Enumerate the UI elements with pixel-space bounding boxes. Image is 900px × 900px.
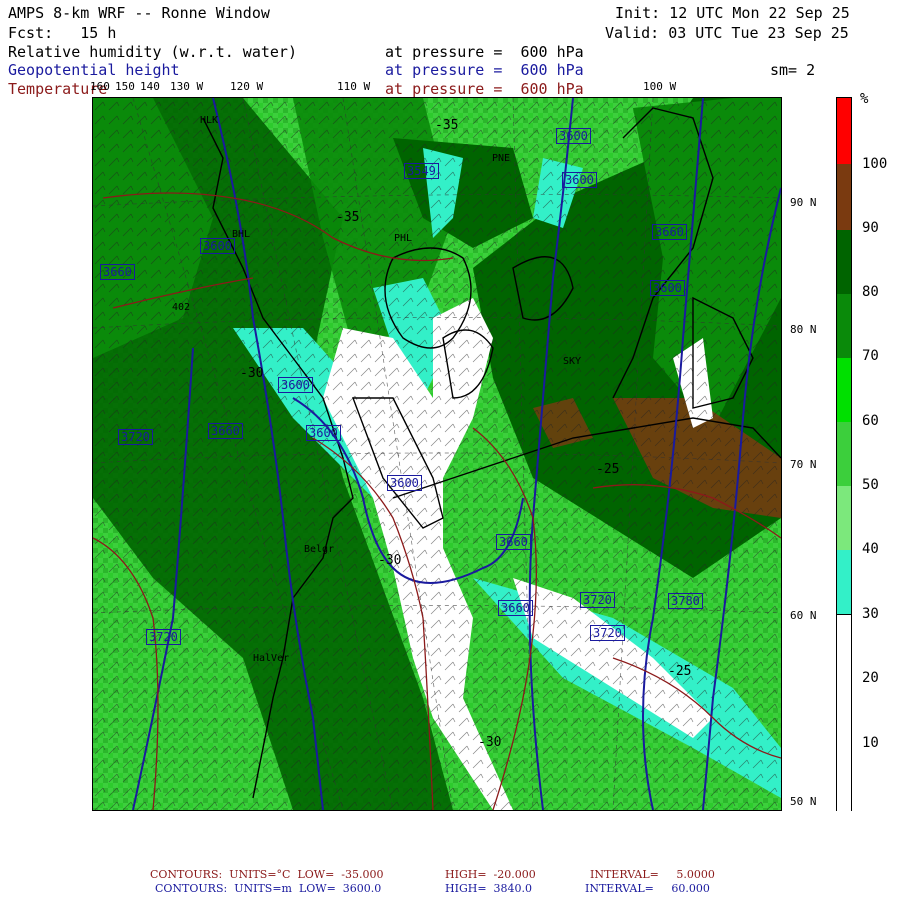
lat-label: 70 N (790, 458, 817, 471)
lon-label: 100 W (643, 80, 677, 93)
lon-label: 150 (115, 80, 135, 93)
temp-contour-label: -25 (596, 462, 620, 477)
height-contour-label: 3660 (496, 534, 531, 550)
colorbar-swatch (837, 98, 851, 164)
init-time: Init: 12 UTC Mon 22 Sep 25 (615, 4, 850, 22)
height-contour-label: 3720 (590, 625, 625, 641)
colorbar-swatch (837, 486, 851, 550)
lat-label: 50 N (790, 795, 817, 808)
colorbar-swatch (837, 230, 851, 294)
station-marker: 402 (172, 302, 191, 313)
valid-time: Valid: 03 UTC Tue 23 Sep 25 (605, 24, 849, 42)
field-temp-level: at pressure = 600 hPa (385, 80, 584, 98)
colorbar-swatch (837, 164, 851, 230)
height-contour-label: 3600 (556, 128, 591, 144)
colorbar-label: 60 (862, 413, 879, 429)
footer-temp-high: HIGH= -20.000 (445, 868, 536, 881)
field-rh-name: Relative humidity (w.r.t. water) (8, 43, 297, 61)
colorbar-label: 90 (862, 220, 879, 236)
colorbar-label: 20 (862, 670, 879, 686)
station-marker: PNE (492, 153, 511, 164)
map-panel (92, 97, 782, 811)
temp-contour-label: -35 (435, 118, 459, 133)
colorbar-label: 50 (862, 477, 879, 493)
lon-label: 120 W (230, 80, 264, 93)
height-contour-label: 3720 (118, 429, 153, 445)
humidity-field-map (93, 98, 781, 810)
colorbar-swatch (837, 614, 851, 811)
height-contour-label: 3549 (404, 163, 439, 179)
footer-temp-contours: CONTOURS: UNITS=°C LOW= -35.000 (150, 868, 384, 881)
field-gph-name: Geopotential height (8, 61, 180, 79)
lat-label: 60 N (790, 609, 817, 622)
station-marker: Belgr (304, 544, 335, 555)
colorbar-label: 40 (862, 541, 879, 557)
colorbar-label: 30 (862, 606, 879, 622)
colorbar-swatch (837, 550, 851, 614)
footer-height-interval: INTERVAL= 60.000 (585, 882, 710, 895)
height-contour-label: 3600 (200, 238, 235, 254)
plot-title: AMPS 8-km WRF -- Ronne Window (8, 4, 270, 22)
lon-label: 130 W (170, 80, 204, 93)
height-contour-label: 3720 (580, 592, 615, 608)
colorbar-label: 10 (862, 735, 879, 751)
temp-contour-label: -25 (668, 664, 692, 679)
height-contour-label: 3600 (306, 425, 341, 441)
field-gph-level: at pressure = 600 hPa (385, 61, 584, 79)
height-contour-label: 3780 (668, 593, 703, 609)
colorbar-label: 100 (862, 156, 888, 172)
colorbar-swatch (837, 358, 851, 422)
height-contour-label: 3660 (652, 224, 687, 240)
colorbar-swatch (837, 294, 851, 358)
smoothing-label: sm= 2 (770, 61, 816, 79)
temp-contour-label: -35 (336, 210, 360, 225)
colorbar-label: 70 (862, 348, 879, 364)
forecast-hour: Fcst: 15 h (8, 24, 117, 42)
temp-contour-label: -30 (378, 553, 402, 568)
lat-label: 80 N (790, 323, 817, 336)
temp-contour-label: -30 (478, 735, 502, 750)
temp-contour-label: -30 (240, 366, 264, 381)
lon-label: 160 (90, 80, 110, 93)
height-contour-label: 3600 (278, 377, 313, 393)
station-marker: HLK (200, 115, 219, 126)
height-contour-label: 3600 (562, 172, 597, 188)
footer-height-high: HIGH= 3840.0 (445, 882, 533, 895)
height-contour-label: 3660 (208, 423, 243, 439)
station-marker: SKY (563, 356, 582, 367)
colorbar-label: 80 (862, 284, 879, 300)
footer-temp-interval: INTERVAL= 5.0000 (590, 868, 715, 881)
station-marker: PHL (394, 233, 413, 244)
colorbar-unit: % (860, 91, 869, 107)
colorbar (836, 97, 852, 811)
lon-label: 110 W (337, 80, 371, 93)
height-contour-label: 3720 (146, 629, 181, 645)
station-marker: HalVer (253, 653, 290, 664)
field-rh-level: at pressure = 600 hPa (385, 43, 584, 61)
height-contour-label: 3660 (498, 600, 533, 616)
height-contour-label: 3600 (650, 280, 685, 296)
height-contour-label: 3600 (387, 475, 422, 491)
height-contour-label: 3660 (100, 264, 135, 280)
lon-label: 140 (140, 80, 160, 93)
colorbar-swatch (837, 422, 851, 486)
lat-label: 90 N (790, 196, 817, 209)
station-marker: BHL (232, 229, 251, 240)
footer-height-contours: CONTOURS: UNITS=m LOW= 3600.0 (155, 882, 382, 895)
